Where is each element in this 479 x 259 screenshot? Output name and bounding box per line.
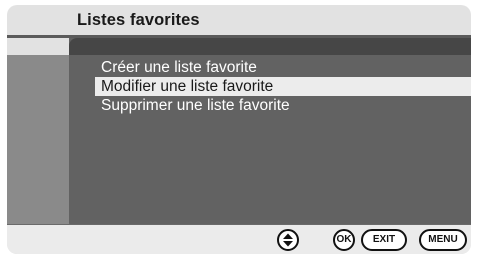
menu-item-create-favorite-list[interactable]: Créer une liste favorite — [95, 58, 471, 77]
menu-item-label: Créer une liste favorite — [101, 59, 257, 76]
tv-screen: Listes favorites Créer une liste favorit… — [0, 0, 479, 259]
left-background — [7, 55, 69, 235]
up-down-arrows-icon[interactable] — [277, 229, 299, 251]
menu-panel: Créer une liste favorite Modifier une li… — [69, 38, 471, 231]
menu-item-label: Supprimer une liste favorite — [101, 97, 290, 114]
menu-item-label: Modifier une liste favorite — [101, 78, 274, 95]
button-legend-bar: OK EXIT MENU — [7, 225, 471, 254]
menu-frame: Listes favorites Créer une liste favorit… — [7, 5, 471, 254]
menu-list: Créer une liste favorite Modifier une li… — [95, 58, 471, 115]
menu-button[interactable]: MENU — [419, 229, 467, 251]
ok-button[interactable]: OK — [333, 229, 355, 251]
up-down-arrows-glyph — [283, 233, 293, 247]
exit-button[interactable]: EXIT — [361, 229, 407, 251]
menu-item-edit-favorite-list[interactable]: Modifier une liste favorite — [95, 77, 471, 96]
menu-item-delete-favorite-list[interactable]: Supprimer une liste favorite — [95, 96, 471, 115]
panel-top-bar — [69, 38, 471, 55]
page-title: Listes favorites — [77, 11, 200, 29]
